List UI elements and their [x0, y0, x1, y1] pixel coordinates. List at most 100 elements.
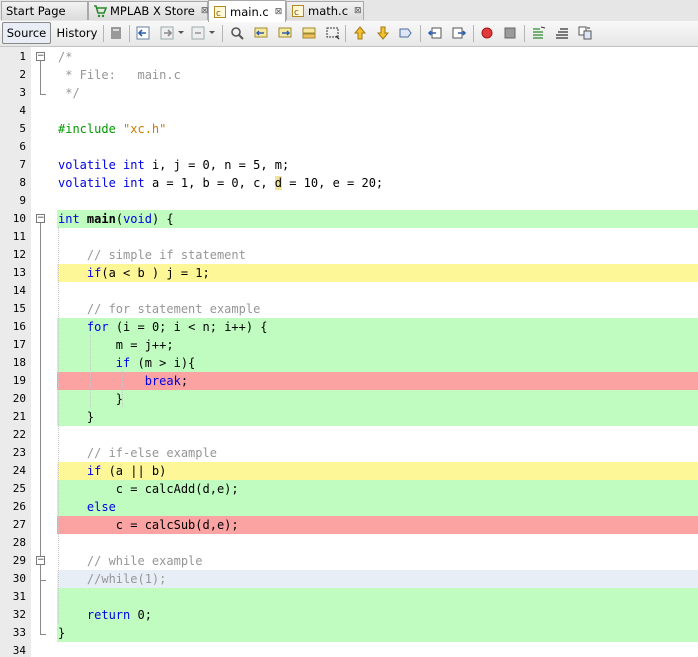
code-line[interactable]: 8 volatile int a = 1, b = 0, c, d = 10, e…	[0, 174, 698, 192]
code-line[interactable]: 4	[0, 102, 698, 120]
chevron-down-icon[interactable]	[207, 24, 217, 42]
code-line[interactable]: 14	[0, 282, 698, 300]
code-line[interactable]: 17 m = j++;	[0, 336, 698, 354]
c-file-icon: c	[291, 4, 305, 18]
code-text[interactable]: /*	[58, 48, 72, 66]
uncomment-icon[interactable]	[553, 24, 571, 42]
code-text[interactable]: // while example	[58, 552, 203, 570]
code-line[interactable]: 21 }	[0, 408, 698, 426]
code-text[interactable]: break;	[58, 372, 188, 390]
source-view-tab[interactable]: Source	[2, 22, 51, 44]
toggle-highlight-icon[interactable]	[300, 24, 318, 42]
find-previous-icon[interactable]	[252, 24, 270, 42]
history-view-tab[interactable]: History	[55, 22, 99, 44]
code-line[interactable]: 30 //while(1);	[0, 570, 698, 588]
line-number: 26	[12, 500, 26, 513]
fold-collapse-icon[interactable]: −	[36, 52, 45, 61]
code-line[interactable]: 20 }	[0, 390, 698, 408]
code-text[interactable]: * File: main.c	[58, 66, 181, 84]
code-text[interactable]: return 0;	[58, 606, 152, 624]
code-line[interactable]: 11	[0, 228, 698, 246]
record-macro-icon[interactable]	[478, 24, 496, 42]
fold-collapse-icon[interactable]: −	[36, 556, 45, 565]
last-edit-icon[interactable]	[107, 24, 125, 42]
code-line[interactable]: 2 * File: main.c	[0, 66, 698, 84]
fold-collapse-icon[interactable]: −	[36, 214, 45, 223]
code-line[interactable]: 10 int main(void) {	[0, 210, 698, 228]
next-bookmark-icon[interactable]	[374, 24, 392, 42]
tab-mplab-x-store[interactable]: MPLAB X Store ⊠	[88, 1, 208, 20]
code-text[interactable]: }	[58, 624, 65, 642]
code-line[interactable]: 34	[0, 642, 698, 657]
code-line[interactable]: 9	[0, 192, 698, 210]
code-line[interactable]: 31	[0, 588, 698, 606]
code-line[interactable]: 29 // while example	[0, 552, 698, 570]
line-highlight	[57, 624, 698, 642]
code-line[interactable]: 22	[0, 426, 698, 444]
code-text[interactable]: // simple if statement	[58, 246, 246, 264]
code-line[interactable]: 33}	[0, 624, 698, 642]
code-line[interactable]: 19 break;	[0, 372, 698, 390]
code-line[interactable]: 16 for (i = 0; i < n; i++) {	[0, 318, 698, 336]
code-text[interactable]: // if-else example	[58, 444, 217, 462]
code-line[interactable]: 6	[0, 138, 698, 156]
code-text[interactable]: c = calcAdd(d,e);	[58, 480, 239, 498]
code-text[interactable]: #include "xc.h"	[58, 120, 166, 138]
code-line[interactable]: 3 */	[0, 84, 698, 102]
close-icon[interactable]: ⊠	[354, 6, 362, 16]
forward-icon[interactable]	[158, 24, 176, 42]
code-line[interactable]: 5 #include "xc.h"	[0, 120, 698, 138]
code-text[interactable]: m = j++;	[58, 336, 174, 354]
indent-guide	[90, 335, 91, 407]
code-line[interactable]: 26 else	[0, 498, 698, 516]
code-text[interactable]: for (i = 0; i < n; i++) {	[58, 318, 268, 336]
chevron-down-icon[interactable]	[176, 24, 186, 42]
code-text[interactable]: int main(void) {	[58, 210, 174, 228]
tab-main-c[interactable]: c main.c ⊠	[208, 0, 286, 22]
find-next-icon[interactable]	[276, 24, 294, 42]
line-number: 9	[19, 194, 26, 207]
tab-start-page[interactable]: Start Page	[1, 1, 88, 20]
code-text[interactable]: */	[58, 84, 79, 102]
code-text[interactable]: if (a || b)	[58, 462, 166, 480]
toggle-bookmark-icon[interactable]	[397, 24, 415, 42]
code-text[interactable]: if (m > i){	[58, 354, 195, 372]
code-text[interactable]: volatile int a = 1, b = 0, c, d = 10, e …	[58, 174, 383, 192]
code-text[interactable]: c = calcSub(d,e);	[58, 516, 239, 534]
code-line[interactable]: 28	[0, 534, 698, 552]
tab-math-c[interactable]: c math.c ⊠	[286, 1, 364, 20]
code-text[interactable]: //while(1);	[58, 570, 166, 588]
forward-history-icon[interactable]	[189, 24, 207, 42]
previous-bookmark-icon[interactable]	[351, 24, 369, 42]
code-text[interactable]: // for statement example	[58, 300, 260, 318]
diff-icon[interactable]	[576, 24, 594, 42]
code-line[interactable]: 12 // simple if statement	[0, 246, 698, 264]
shift-right-icon[interactable]	[450, 24, 468, 42]
code-line[interactable]: 27 c = calcSub(d,e);	[0, 516, 698, 534]
comment-icon[interactable]	[530, 24, 548, 42]
code-text[interactable]: volatile int i, j = 0, n = 5, m;	[58, 156, 289, 174]
find-icon[interactable]	[228, 24, 246, 42]
line-highlight	[57, 408, 698, 426]
cart-icon	[93, 4, 108, 18]
shift-left-icon[interactable]	[426, 24, 444, 42]
rectangular-selection-icon[interactable]	[324, 24, 342, 42]
code-line[interactable]: 15 // for statement example	[0, 300, 698, 318]
back-icon[interactable]	[134, 24, 152, 42]
code-text[interactable]: }	[58, 408, 94, 426]
code-line[interactable]: 13 if(a < b ) j = 1;	[0, 264, 698, 282]
code-line[interactable]: 24 if (a || b)	[0, 462, 698, 480]
code-line[interactable]: 25 c = calcAdd(d,e);	[0, 480, 698, 498]
code-text[interactable]: if(a < b ) j = 1;	[58, 264, 210, 282]
stop-macro-icon[interactable]	[501, 24, 519, 42]
code-line[interactable]: 18 if (m > i){	[0, 354, 698, 372]
code-line[interactable]: 23 // if-else example	[0, 444, 698, 462]
close-icon[interactable]: ⊠	[275, 7, 283, 17]
line-number: 31	[12, 590, 26, 603]
code-line[interactable]: 7 volatile int i, j = 0, n = 5, m;	[0, 156, 698, 174]
code-text[interactable]: else	[58, 498, 116, 516]
code-editor[interactable]: 1/* 2 * File: main.c 3 */4 5 #include "xc.h"…	[0, 47, 698, 657]
indent-guide	[122, 371, 123, 407]
code-line[interactable]: 32 return 0;	[0, 606, 698, 624]
code-line[interactable]: 1 /*	[0, 48, 698, 66]
